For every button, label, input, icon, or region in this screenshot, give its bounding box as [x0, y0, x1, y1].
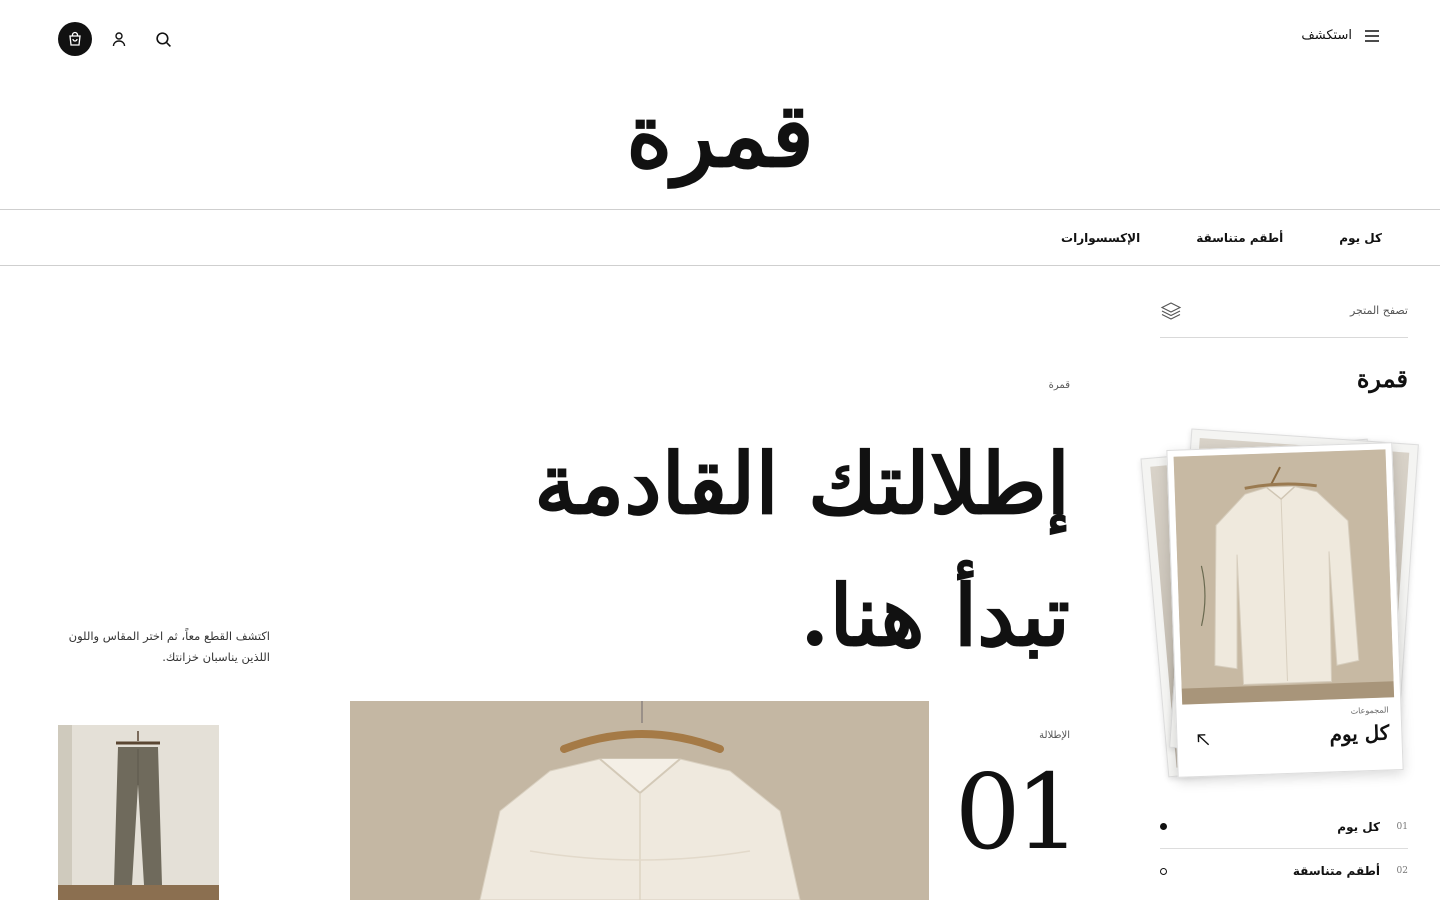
look-label: الإطلالة — [1039, 730, 1070, 741]
collection-item-everyday[interactable]: 01 كل يوم — [1160, 805, 1408, 849]
collection-item-sets[interactable]: 02 أطقم متناسقة — [1160, 849, 1408, 893]
hero-shirt-illustration — [350, 701, 929, 900]
site-header: استكشف قمرة — [0, 0, 1440, 210]
active-dot-icon — [1160, 823, 1167, 830]
hero-eyebrow: قمرة — [1048, 380, 1070, 391]
explore-menu-button[interactable]: استكشف — [1301, 28, 1380, 43]
hero-title-line-2: تبدأ هنا. — [800, 566, 1070, 665]
trousers-illustration — [58, 725, 219, 900]
shirt-photo — [1173, 449, 1395, 705]
nav-item-sets[interactable]: أطقم متناسقة — [1196, 231, 1283, 245]
nav-item-accessories[interactable]: الإكسسوارات — [1061, 231, 1140, 245]
collection-item-number: 02 — [1396, 866, 1408, 876]
search-icon — [155, 31, 171, 47]
site-logo[interactable]: قمرة — [0, 70, 1440, 200]
cart-button[interactable] — [58, 22, 92, 56]
hero-title-line-1: إطلالتك القادمة — [534, 434, 1070, 533]
look-number: 01 — [954, 751, 1081, 873]
user-icon — [112, 32, 126, 47]
cart-icon — [69, 31, 81, 46]
hero-description: اكتشف القطع معاً، ثم اختر المقاس واللون … — [68, 629, 270, 664]
shirt-illustration — [1173, 449, 1395, 705]
browse-store-label: تصفح المتجر — [1349, 304, 1408, 317]
arrow-up-left-icon[interactable] — [1193, 730, 1214, 751]
hero-title: إطلالتك القادمة تبدأ هنا. — [370, 418, 1070, 682]
hero-shirt-photo[interactable] — [350, 701, 929, 900]
collection-card-label: المجموعات — [1350, 705, 1389, 716]
inactive-dot-icon — [1160, 867, 1167, 875]
search-button[interactable] — [152, 28, 174, 50]
collection-card-stack[interactable]: المجموعات كل يوم — [1140, 428, 1424, 798]
store-sidebar: تصفح المتجر قمرة المجموعات كل يوم 01 كل … — [1140, 290, 1419, 878]
browse-store-row[interactable]: تصفح المتجر — [1160, 290, 1408, 338]
sidebar-brand: قمرة — [1356, 364, 1408, 393]
collection-card[interactable]: المجموعات كل يوم — [1166, 442, 1404, 778]
trousers-thumbnail[interactable] — [58, 725, 219, 900]
collection-item-number: 01 — [1396, 821, 1408, 832]
collection-item-label: كل يوم — [1337, 819, 1380, 834]
collection-item-label: أطقم متناسقة — [1292, 864, 1380, 878]
menu-icon — [1365, 29, 1379, 42]
category-nav: كل يوم أطقم متناسقة الإكسسوارات — [0, 211, 1440, 266]
nav-item-everyday[interactable]: كل يوم — [1339, 231, 1382, 245]
layers-icon — [1160, 301, 1182, 320]
collection-list: 01 كل يوم 02 أطقم متناسقة — [1160, 805, 1408, 893]
explore-label: استكشف — [1301, 28, 1352, 43]
account-button[interactable] — [108, 28, 130, 50]
